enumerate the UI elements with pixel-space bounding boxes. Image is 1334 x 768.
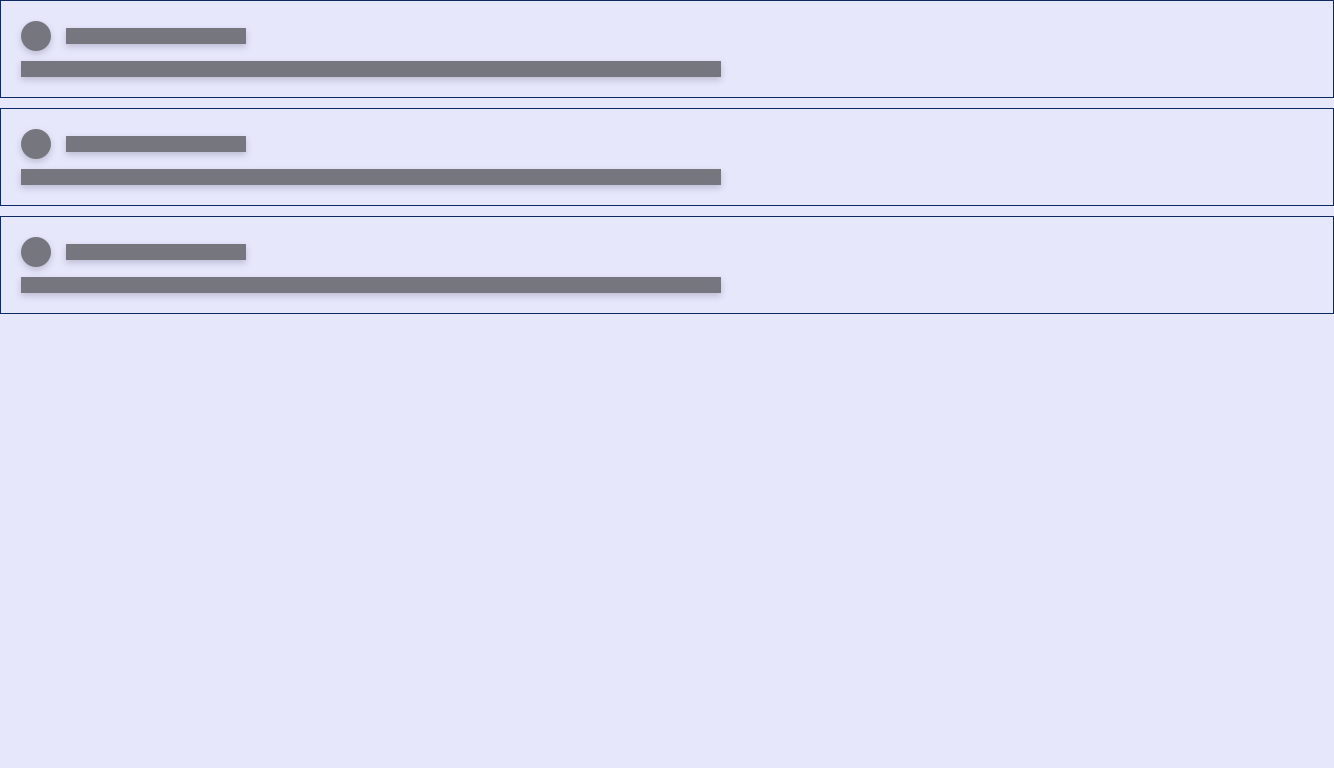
skeleton-card xyxy=(0,0,1334,98)
skeleton-list xyxy=(0,0,1334,768)
avatar-placeholder-icon xyxy=(21,129,51,159)
body-placeholder xyxy=(21,169,721,185)
body-placeholder xyxy=(21,61,721,77)
title-placeholder xyxy=(66,28,246,44)
avatar-placeholder-icon xyxy=(21,21,51,51)
skeleton-card xyxy=(0,216,1334,314)
title-placeholder xyxy=(66,136,246,152)
body-placeholder xyxy=(21,277,721,293)
avatar-placeholder-icon xyxy=(21,237,51,267)
title-placeholder xyxy=(66,244,246,260)
skeleton-card xyxy=(0,108,1334,206)
